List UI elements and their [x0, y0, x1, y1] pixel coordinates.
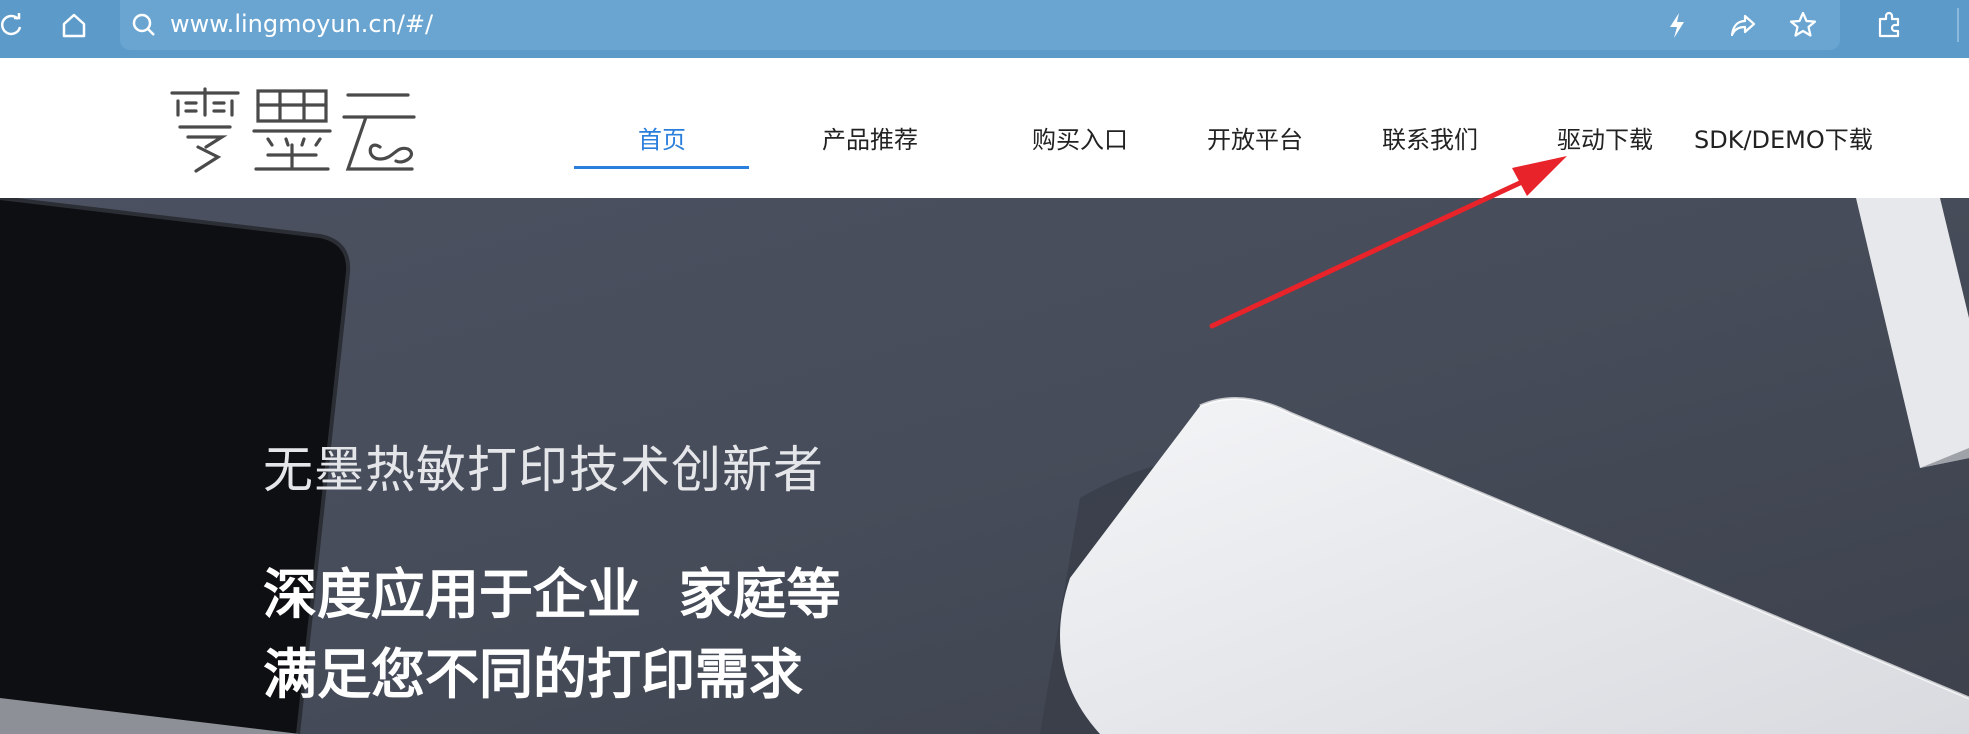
- hero-headline-line1: 深度应用于企业 家庭等: [263, 563, 841, 626]
- refresh-icon[interactable]: [0, 8, 28, 42]
- hero-subtitle: 无墨热敏打印技术创新者: [263, 441, 824, 499]
- nav-open-platform[interactable]: 开放平台: [1207, 120, 1303, 155]
- star-icon[interactable]: [1786, 8, 1820, 42]
- hero-banner: 无墨热敏打印技术创新者 深度应用于企业 家庭等 满足您不同的打印需求: [0, 198, 1969, 734]
- nav-sdk-download[interactable]: SDK/DEMO下载: [1694, 120, 1873, 155]
- hero-headline-line2: 满足您不同的打印需求: [263, 643, 803, 706]
- url-text[interactable]: www.lingmoyun.cn/#/: [170, 10, 433, 38]
- lingmoyun-logo[interactable]: [168, 85, 418, 175]
- share-icon[interactable]: [1726, 8, 1760, 42]
- nav-driver-download[interactable]: 驱动下载: [1557, 120, 1653, 155]
- nav-home[interactable]: 首页: [638, 120, 686, 155]
- extension-icon[interactable]: [1872, 8, 1906, 42]
- browser-toolbar: www.lingmoyun.cn/#/: [0, 0, 1969, 58]
- lightning-icon[interactable]: [1660, 8, 1694, 42]
- nav-purchase[interactable]: 购买入口: [1032, 120, 1128, 155]
- toolbar-divider: [1957, 8, 1959, 42]
- home-icon[interactable]: [57, 8, 91, 42]
- search-icon: [132, 13, 155, 36]
- nav-products[interactable]: 产品推荐: [822, 120, 918, 155]
- nav-active-indicator: [574, 166, 749, 169]
- nav-contact[interactable]: 联系我们: [1382, 120, 1478, 155]
